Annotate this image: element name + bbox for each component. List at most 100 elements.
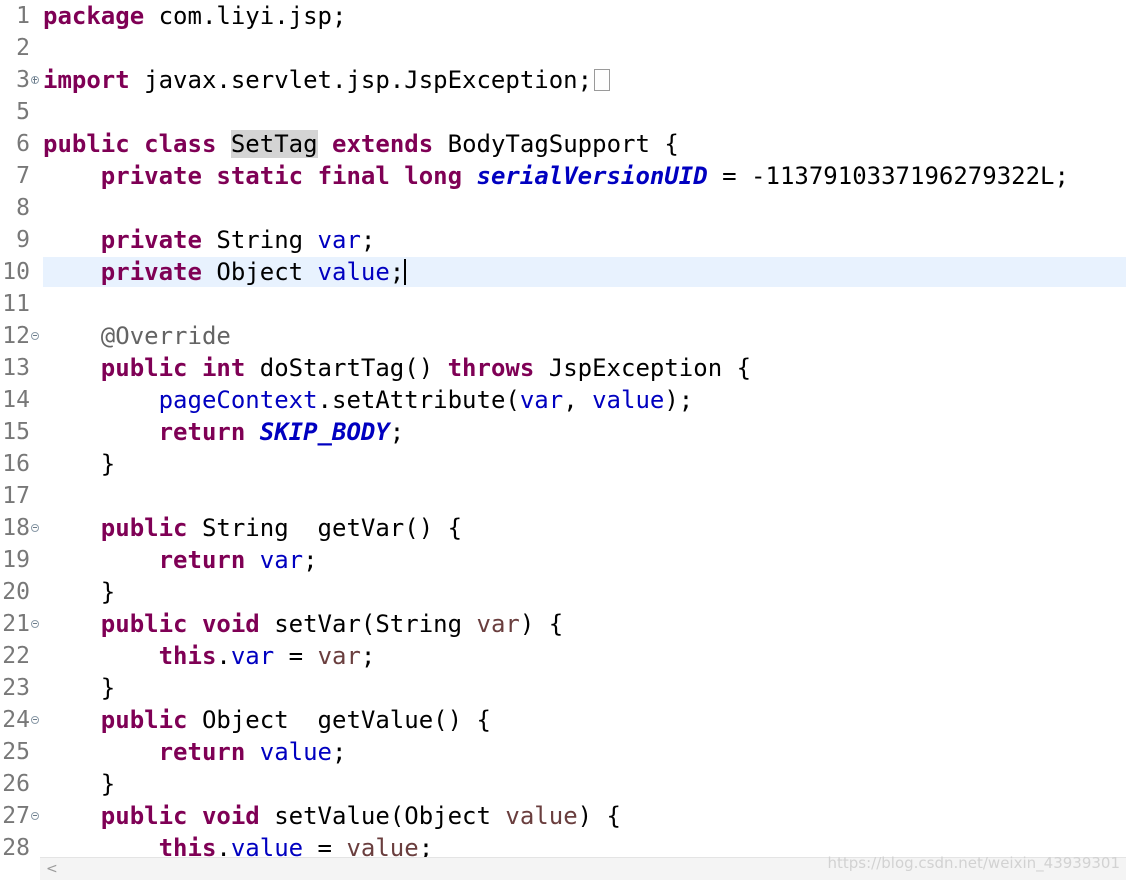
- code-text: }: [43, 448, 115, 480]
- code-line[interactable]: 8: [0, 192, 1126, 224]
- code-text: import javax.servlet.jsp.JspException;: [43, 64, 611, 96]
- parameter: value: [505, 802, 578, 830]
- code-line[interactable]: 23 }: [0, 672, 1126, 704]
- keyword: class: [144, 130, 217, 158]
- code-text: private Object value;: [43, 256, 407, 288]
- code-line[interactable]: 17: [0, 480, 1126, 512]
- code-token: }: [100, 578, 116, 606]
- keyword: return: [158, 546, 246, 574]
- keyword: return: [158, 418, 246, 446]
- code-line[interactable]: 13 public int doStartTag() throws JspExc…: [0, 352, 1126, 384]
- line-number: 22: [2, 643, 30, 669]
- code-token: );: [664, 386, 694, 414]
- code-line[interactable]: 22 this.var = var;: [0, 640, 1126, 672]
- code-token: ;: [332, 738, 347, 766]
- code-text: return var;: [43, 544, 318, 576]
- current-code-line[interactable]: 10 private Object value;: [0, 256, 1126, 288]
- static-field: serialVersionUID: [476, 162, 708, 190]
- code-token: .: [216, 834, 231, 858]
- code-line[interactable]: 3 import javax.servlet.jsp.JspException;: [0, 64, 1126, 96]
- line-number: 13: [2, 355, 30, 381]
- keyword: public: [100, 514, 188, 542]
- code-line[interactable]: 21 public void setVar(String var) {: [0, 608, 1126, 640]
- code-line[interactable]: 25 return value;: [0, 736, 1126, 768]
- code-token: setValue(Object: [259, 802, 506, 830]
- keyword: public: [100, 354, 188, 382]
- field: var: [317, 226, 361, 254]
- code-line[interactable]: 11: [0, 288, 1126, 320]
- parameter: var: [476, 610, 520, 638]
- line-number: 21: [2, 611, 30, 637]
- code-text: return value;: [43, 736, 347, 768]
- collapsed-region-icon[interactable]: [594, 69, 611, 91]
- code-token: ;: [360, 226, 376, 254]
- keyword: int: [201, 354, 246, 382]
- line-number: 28: [2, 835, 30, 858]
- code-line[interactable]: 1 package com.liyi.jsp;: [0, 0, 1126, 32]
- code-text: package com.liyi.jsp;: [43, 0, 346, 32]
- parameter: var: [317, 642, 361, 670]
- code-line[interactable]: 27 public void setValue(Object value) {: [0, 800, 1126, 832]
- collapse-fold-icon[interactable]: [31, 524, 39, 532]
- code-text: this.var = var;: [43, 640, 376, 672]
- code-token: .setAttribute(: [317, 386, 520, 414]
- line-number: 10: [2, 259, 30, 285]
- field: var: [519, 386, 564, 414]
- code-token: Object: [201, 258, 318, 286]
- collapse-fold-icon[interactable]: [31, 812, 39, 820]
- code-line[interactable]: 18 public String getVar() {: [0, 512, 1126, 544]
- line-number: 6: [16, 131, 30, 157]
- code-line[interactable]: 7 private static final long serialVersio…: [0, 160, 1126, 192]
- code-text: public void setValue(Object value) {: [43, 800, 621, 832]
- code-line[interactable]: 12 @Override: [0, 320, 1126, 352]
- line-number: 14: [2, 387, 30, 413]
- keyword: return: [158, 738, 246, 766]
- collapse-fold-icon[interactable]: [31, 332, 39, 340]
- code-token: BodyTagSupport {: [433, 130, 679, 158]
- field: pageContext: [158, 386, 318, 414]
- field: value: [592, 386, 665, 414]
- code-token: JspException {: [534, 354, 752, 382]
- keyword: private: [100, 258, 202, 286]
- line-number: 17: [2, 483, 30, 509]
- code-editor[interactable]: 1 package com.liyi.jsp; 2 3 import javax…: [0, 0, 1126, 858]
- code-line[interactable]: 16 }: [0, 448, 1126, 480]
- code-token: getVar() {: [303, 514, 463, 542]
- keyword: void: [201, 610, 260, 638]
- code-line[interactable]: 14 pageContext.setAttribute(var, value);: [0, 384, 1126, 416]
- code-line[interactable]: 19 return var;: [0, 544, 1126, 576]
- text-caret: [404, 259, 407, 285]
- line-number: 5: [16, 99, 30, 125]
- code-token: .: [216, 642, 231, 670]
- keyword: package: [43, 2, 145, 30]
- code-text: return SKIP_BODY;: [43, 416, 405, 448]
- collapse-fold-icon[interactable]: [31, 620, 39, 628]
- parameter: value: [346, 834, 419, 858]
- keyword: this: [158, 834, 217, 858]
- keyword: static: [216, 162, 304, 190]
- keyword: private: [100, 226, 202, 254]
- keyword: public: [43, 130, 130, 158]
- code-line[interactable]: 26 }: [0, 768, 1126, 800]
- code-line[interactable]: 9 private String var;: [0, 224, 1126, 256]
- line-number: 12: [2, 323, 30, 349]
- code-token: Object: [187, 706, 304, 734]
- code-token: }: [100, 770, 116, 798]
- scroll-left-arrow-icon[interactable]: <: [46, 859, 58, 879]
- static-field: SKIP_BODY: [259, 418, 390, 446]
- collapse-fold-icon[interactable]: [31, 716, 39, 724]
- code-line[interactable]: 5: [0, 96, 1126, 128]
- line-number: 25: [2, 739, 30, 765]
- code-line[interactable]: 15 return SKIP_BODY;: [0, 416, 1126, 448]
- keyword: throws: [447, 354, 535, 382]
- code-line[interactable]: 20 }: [0, 576, 1126, 608]
- line-number: 20: [2, 579, 30, 605]
- code-line[interactable]: 6 public class SetTag extends BodyTagSup…: [0, 128, 1126, 160]
- code-text: }: [43, 768, 115, 800]
- code-line[interactable]: 24 public Object getValue() {: [0, 704, 1126, 736]
- code-line[interactable]: 2: [0, 32, 1126, 64]
- code-token: ) {: [519, 610, 564, 638]
- code-token: }: [100, 674, 116, 702]
- expand-fold-icon[interactable]: [31, 76, 39, 84]
- line-number: 7: [16, 163, 30, 189]
